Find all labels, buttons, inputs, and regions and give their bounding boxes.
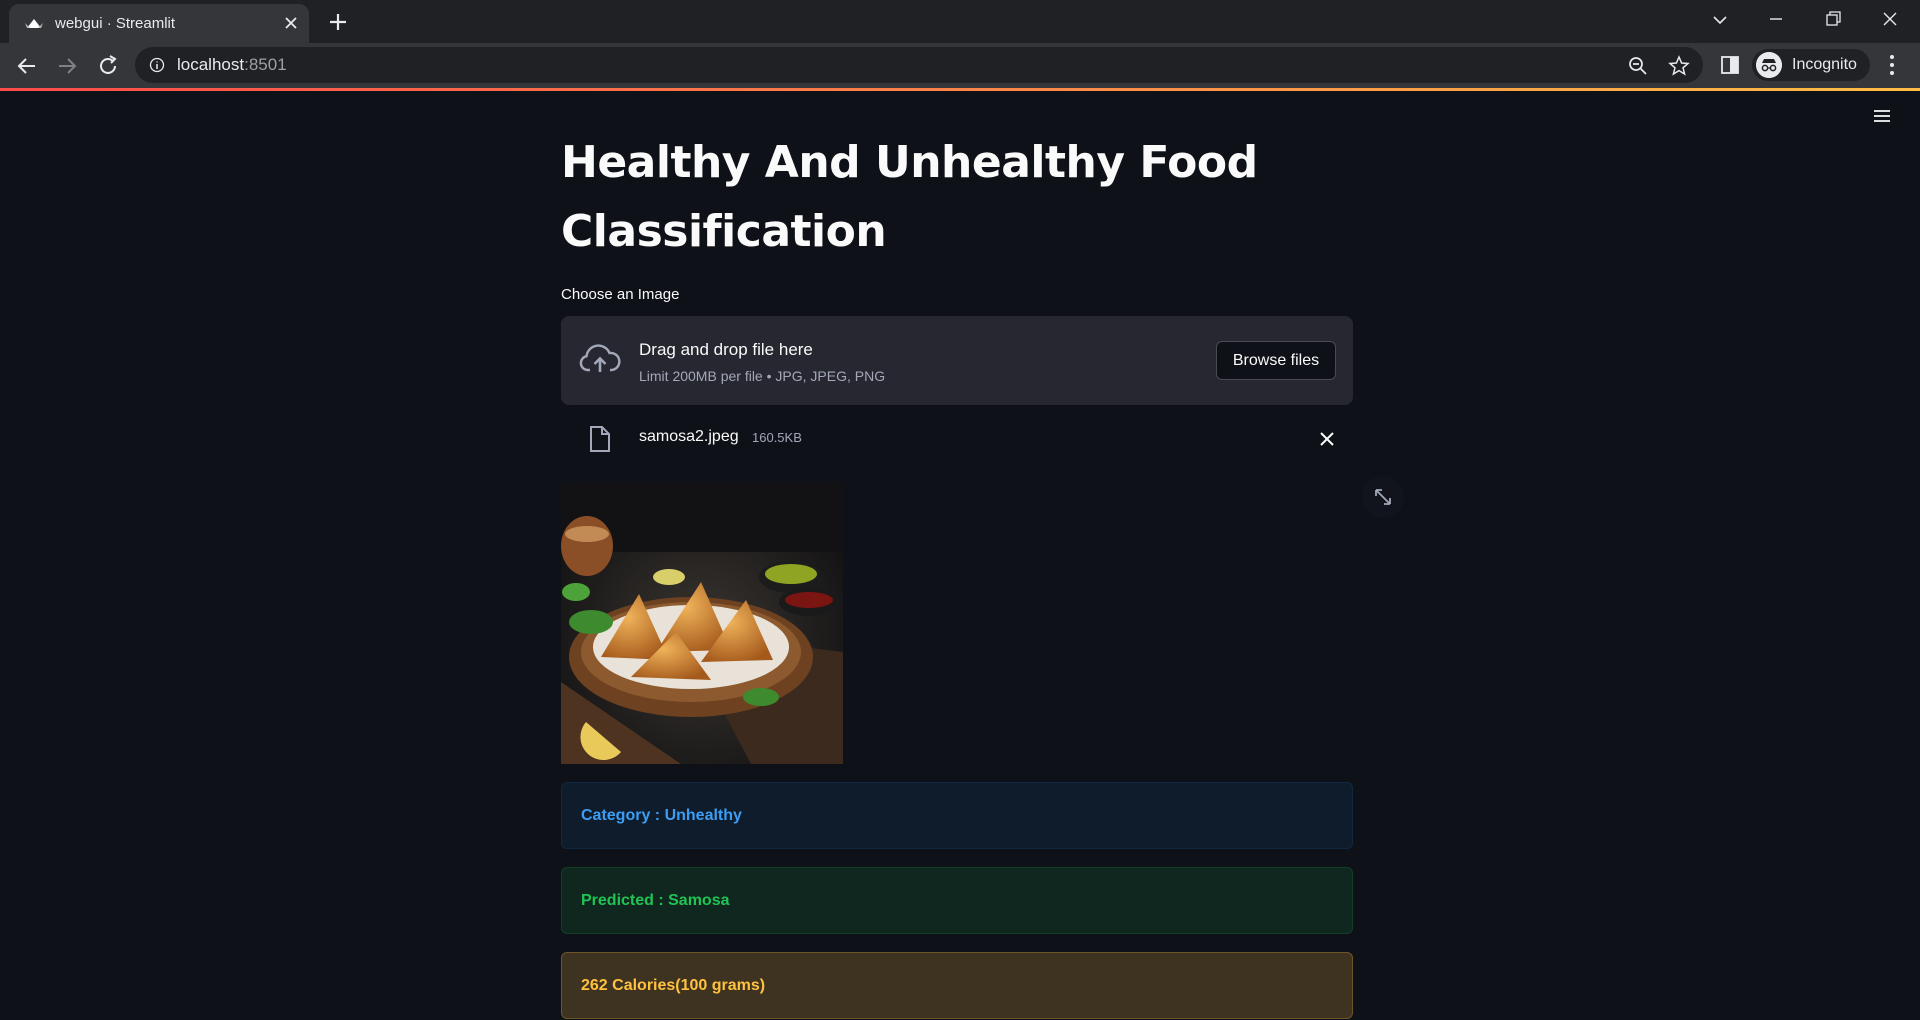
window-close-icon[interactable] <box>1870 6 1910 34</box>
fullscreen-expand-button[interactable] <box>1362 476 1404 518</box>
incognito-label: Incognito <box>1792 56 1857 73</box>
calories-text: 262 Calories(100 grams) <box>581 977 766 994</box>
uploaded-food-image <box>561 482 843 764</box>
file-dropzone[interactable]: Drag and drop file here Limit 200MB per … <box>561 316 1353 405</box>
forward-icon[interactable] <box>52 51 82 81</box>
restore-icon[interactable] <box>1813 6 1853 34</box>
tab-close-icon[interactable] <box>281 13 301 33</box>
bookmark-star-icon[interactable] <box>1668 55 1690 77</box>
site-info-icon[interactable] <box>149 57 165 73</box>
app-menu-icon[interactable] <box>1872 107 1892 125</box>
dropzone-limit-text: Limit 200MB per file • JPG, JPEG, PNG <box>639 368 886 384</box>
streamlit-favicon-icon <box>25 19 43 28</box>
new-tab-icon[interactable] <box>325 9 351 35</box>
zoom-out-icon[interactable] <box>1627 55 1649 77</box>
prediction-text: Predicted : Samosa <box>581 892 730 909</box>
browser-menu-icon[interactable] <box>1880 52 1904 78</box>
minimize-icon[interactable] <box>1756 6 1796 34</box>
dropzone-title: Drag and drop file here <box>639 340 813 359</box>
browser-tab-bar: webgui · Streamlit <box>0 0 1920 43</box>
category-text: Category : Unhealthy <box>581 807 742 824</box>
cloud-upload-icon <box>579 344 621 372</box>
uploaded-file-row: samosa2.jpeg 160.5KB <box>561 419 1353 461</box>
reload-icon[interactable] <box>93 51 123 81</box>
browser-tab[interactable]: webgui · Streamlit <box>9 4 309 43</box>
incognito-profile-button[interactable]: Incognito <box>1752 49 1870 81</box>
tab-search-chevron-icon[interactable] <box>1700 6 1740 34</box>
streamlit-top-decoration <box>0 88 1920 91</box>
page-title: Healthy And Unhealthy Food Classificatio… <box>561 137 1258 257</box>
tab-title: webgui · Streamlit <box>55 15 176 32</box>
incognito-icon <box>1756 52 1782 78</box>
calories-alert: 262 Calories(100 grams) <box>561 952 1353 1019</box>
browse-files-button[interactable]: Browse files <box>1216 341 1336 380</box>
category-alert: Category : Unhealthy <box>561 782 1353 849</box>
remove-file-close-icon[interactable] <box>1315 427 1339 451</box>
uploaded-file-size: 160.5KB <box>752 430 802 445</box>
side-panel-icon[interactable] <box>1719 54 1741 76</box>
address-bar[interactable]: localhost:8501 <box>135 47 1703 83</box>
back-icon[interactable] <box>12 51 42 81</box>
uploader-label: Choose an Image <box>561 286 680 303</box>
browser-toolbar: localhost:8501 Incognito <box>0 43 1920 88</box>
file-icon <box>590 426 610 452</box>
uploaded-file-name: samosa2.jpeg <box>639 428 739 445</box>
prediction-alert: Predicted : Samosa <box>561 867 1353 934</box>
expand-arrows-icon <box>1375 489 1391 505</box>
url-text: localhost:8501 <box>177 55 287 74</box>
